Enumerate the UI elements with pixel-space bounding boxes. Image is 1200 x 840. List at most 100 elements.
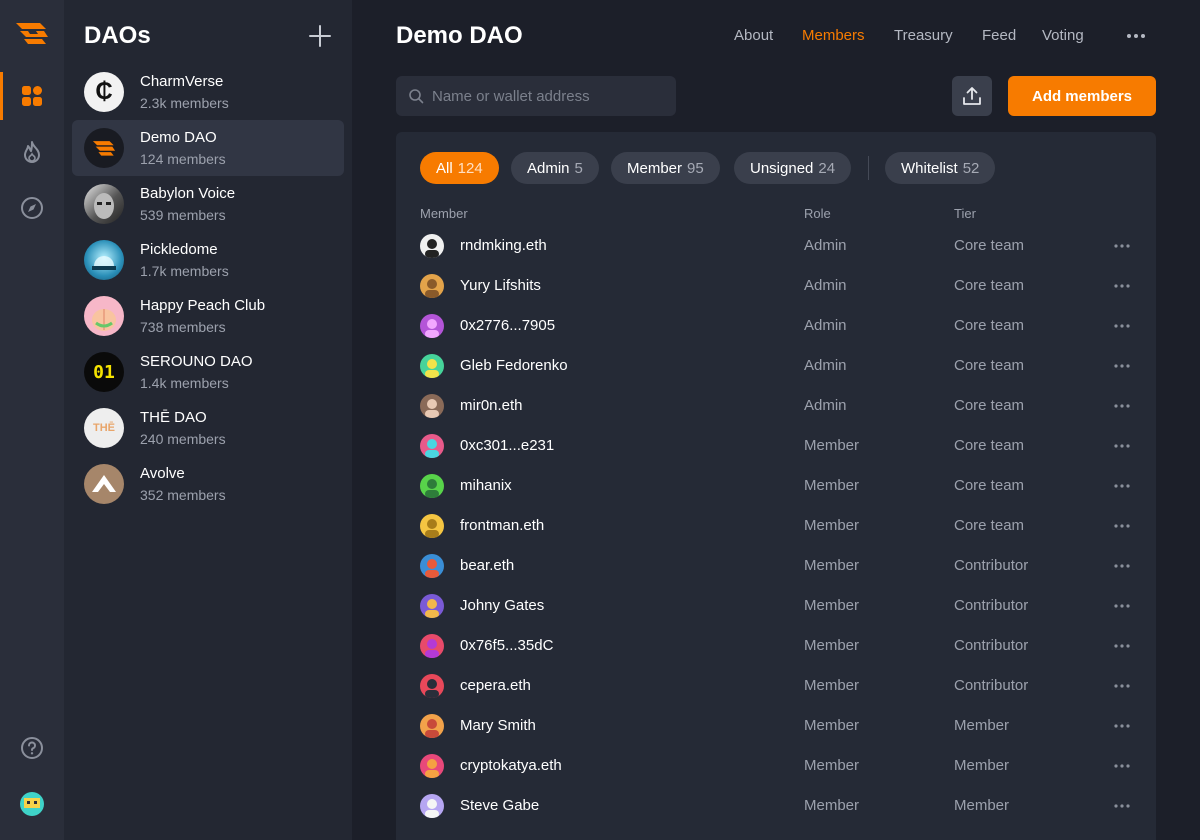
member-name[interactable]: Gleb Fedorenko bbox=[460, 357, 568, 374]
filter-chip-whitelist[interactable]: Whitelist 52 bbox=[885, 152, 996, 184]
table-row[interactable]: Steve Gabe Member Member bbox=[396, 786, 1156, 826]
table-row[interactable]: frontman.eth Member Core team bbox=[396, 506, 1156, 546]
tab-treasury[interactable]: Treasury bbox=[894, 27, 953, 44]
filter-chip-unsigned[interactable]: Unsigned 24 bbox=[734, 152, 852, 184]
search-box bbox=[396, 76, 676, 116]
filter-chip-all[interactable]: All 124 bbox=[420, 152, 499, 184]
member-avatar bbox=[420, 434, 444, 458]
dao-member-count: 2.3k members bbox=[140, 95, 229, 111]
filter-label: Whitelist bbox=[901, 159, 958, 177]
dao-item-the-dao[interactable]: THĒ THĒ DAO 240 members bbox=[72, 400, 344, 456]
column-header-tier[interactable]: Tier bbox=[954, 206, 976, 221]
table-row[interactable]: 0x2776...7905 Admin Core team bbox=[396, 306, 1156, 346]
member-name[interactable]: mir0n.eth bbox=[460, 397, 523, 414]
dao-member-count: 539 members bbox=[140, 207, 226, 223]
row-more-icon[interactable] bbox=[1112, 436, 1132, 456]
dao-item-happy-peach-club[interactable]: Happy Peach Club 738 members bbox=[72, 288, 344, 344]
member-name[interactable]: 0x2776...7905 bbox=[460, 317, 555, 334]
user-avatar[interactable] bbox=[20, 792, 44, 816]
member-role: Admin bbox=[804, 237, 847, 254]
row-more-icon[interactable] bbox=[1112, 636, 1132, 656]
row-more-icon[interactable] bbox=[1112, 556, 1132, 576]
member-name[interactable]: mihanix bbox=[460, 477, 512, 494]
table-row[interactable]: mihanix Member Core team bbox=[396, 466, 1156, 506]
member-tier: Core team bbox=[954, 477, 1025, 494]
dao-avatar: 01 bbox=[84, 352, 124, 392]
member-name[interactable]: 0xc301...e231 bbox=[460, 437, 554, 454]
dao-item-pickledome[interactable]: Pickledome 1.7k members bbox=[72, 232, 344, 288]
filter-count: 124 bbox=[457, 159, 483, 177]
dao-item-serouno-dao[interactable]: 01 SEROUNO DAO 1.4k members bbox=[72, 344, 344, 400]
member-name[interactable]: Yury Lifshits bbox=[460, 277, 541, 294]
member-name[interactable]: frontman.eth bbox=[460, 517, 544, 534]
table-row[interactable]: bear.eth Member Contributor bbox=[396, 546, 1156, 586]
tab-feed[interactable]: Feed bbox=[982, 27, 1016, 44]
filter-chip-admin[interactable]: Admin 5 bbox=[511, 152, 599, 184]
row-more-icon[interactable] bbox=[1112, 476, 1132, 496]
member-name[interactable]: Johny Gates bbox=[460, 597, 544, 614]
app-rail bbox=[0, 0, 64, 840]
rail-item-daos[interactable] bbox=[0, 72, 64, 120]
rail-item-explore[interactable] bbox=[0, 184, 64, 232]
table-row[interactable]: Gleb Fedorenko Admin Core team bbox=[396, 346, 1156, 386]
rail-item-help[interactable] bbox=[0, 724, 64, 772]
row-more-icon[interactable] bbox=[1112, 516, 1132, 536]
row-more-icon[interactable] bbox=[1112, 316, 1132, 336]
table-row[interactable]: Mary Smith Member Member bbox=[396, 706, 1156, 746]
tab-members[interactable]: Members bbox=[802, 27, 865, 44]
table-row[interactable]: mir0n.eth Admin Core team bbox=[396, 386, 1156, 426]
dao-name: Demo DAO bbox=[140, 129, 217, 146]
member-name[interactable]: Mary Smith bbox=[460, 717, 536, 734]
add-members-button[interactable]: Add members bbox=[1008, 76, 1156, 116]
member-name[interactable]: bear.eth bbox=[460, 557, 514, 574]
member-avatar bbox=[420, 554, 444, 578]
row-more-icon[interactable] bbox=[1112, 236, 1132, 256]
upload-button[interactable] bbox=[952, 76, 992, 116]
charmverse-logo-icon: ₵ bbox=[95, 78, 113, 105]
row-more-icon[interactable] bbox=[1112, 356, 1132, 376]
member-tier: Core team bbox=[954, 317, 1025, 334]
tab-about[interactable]: About bbox=[734, 27, 773, 44]
member-name[interactable]: 0x76f5...35dC bbox=[460, 637, 553, 654]
more-tabs-icon[interactable] bbox=[1124, 26, 1148, 46]
member-name[interactable]: Steve Gabe bbox=[460, 797, 539, 814]
row-more-icon[interactable] bbox=[1112, 596, 1132, 616]
member-name[interactable]: cepera.eth bbox=[460, 677, 531, 694]
row-more-icon[interactable] bbox=[1112, 276, 1132, 296]
member-name[interactable]: rndmking.eth bbox=[460, 237, 547, 254]
table-row[interactable]: rndmking.eth Admin Core team bbox=[396, 226, 1156, 266]
filter-label: All bbox=[436, 159, 453, 177]
member-avatar bbox=[420, 674, 444, 698]
table-row[interactable]: cryptokatya.eth Member Member bbox=[396, 746, 1156, 786]
column-header-member[interactable]: Member bbox=[420, 206, 468, 221]
tab-voting[interactable]: Voting bbox=[1042, 27, 1084, 44]
dao-name: SEROUNO DAO bbox=[140, 353, 253, 370]
the-dao-logo-icon: THĒ bbox=[93, 422, 115, 434]
member-role: Member bbox=[804, 477, 860, 494]
row-more-icon[interactable] bbox=[1112, 756, 1132, 776]
dao-item-demo-dao[interactable]: Demo DAO 124 members bbox=[72, 120, 344, 176]
table-row[interactable]: 0xc301...e231 Member Core team bbox=[396, 426, 1156, 466]
column-header-role[interactable]: Role bbox=[804, 206, 831, 221]
member-tier: Member bbox=[954, 797, 1010, 814]
member-tier: Core team bbox=[954, 397, 1025, 414]
dao-item-avolve[interactable]: Avolve 352 members bbox=[72, 456, 344, 512]
dao-avatar bbox=[84, 240, 124, 280]
row-more-icon[interactable] bbox=[1112, 396, 1132, 416]
row-more-icon[interactable] bbox=[1112, 676, 1132, 696]
table-row[interactable]: Yury Lifshits Admin Core team bbox=[396, 266, 1156, 306]
add-dao-icon[interactable] bbox=[308, 24, 332, 48]
row-more-icon[interactable] bbox=[1112, 716, 1132, 736]
member-name[interactable]: cryptokatya.eth bbox=[460, 757, 562, 774]
table-row[interactable]: cepera.eth Member Contributor bbox=[396, 666, 1156, 706]
table-row[interactable]: Johny Gates Member Contributor bbox=[396, 586, 1156, 626]
dao-avatar: ₵ bbox=[84, 72, 124, 112]
rail-item-trending[interactable] bbox=[0, 128, 64, 176]
table-row[interactable]: 0x76f5...35dC Member Contributor bbox=[396, 626, 1156, 666]
search-input[interactable] bbox=[432, 76, 668, 116]
dao-item-babylon-voice[interactable]: Babylon Voice 539 members bbox=[72, 176, 344, 232]
dao-item-charmverse[interactable]: ₵ CharmVerse 2.3k members bbox=[72, 64, 344, 120]
row-more-icon[interactable] bbox=[1112, 796, 1132, 816]
app-logo-icon[interactable] bbox=[14, 20, 50, 46]
filter-chip-member[interactable]: Member 95 bbox=[611, 152, 720, 184]
